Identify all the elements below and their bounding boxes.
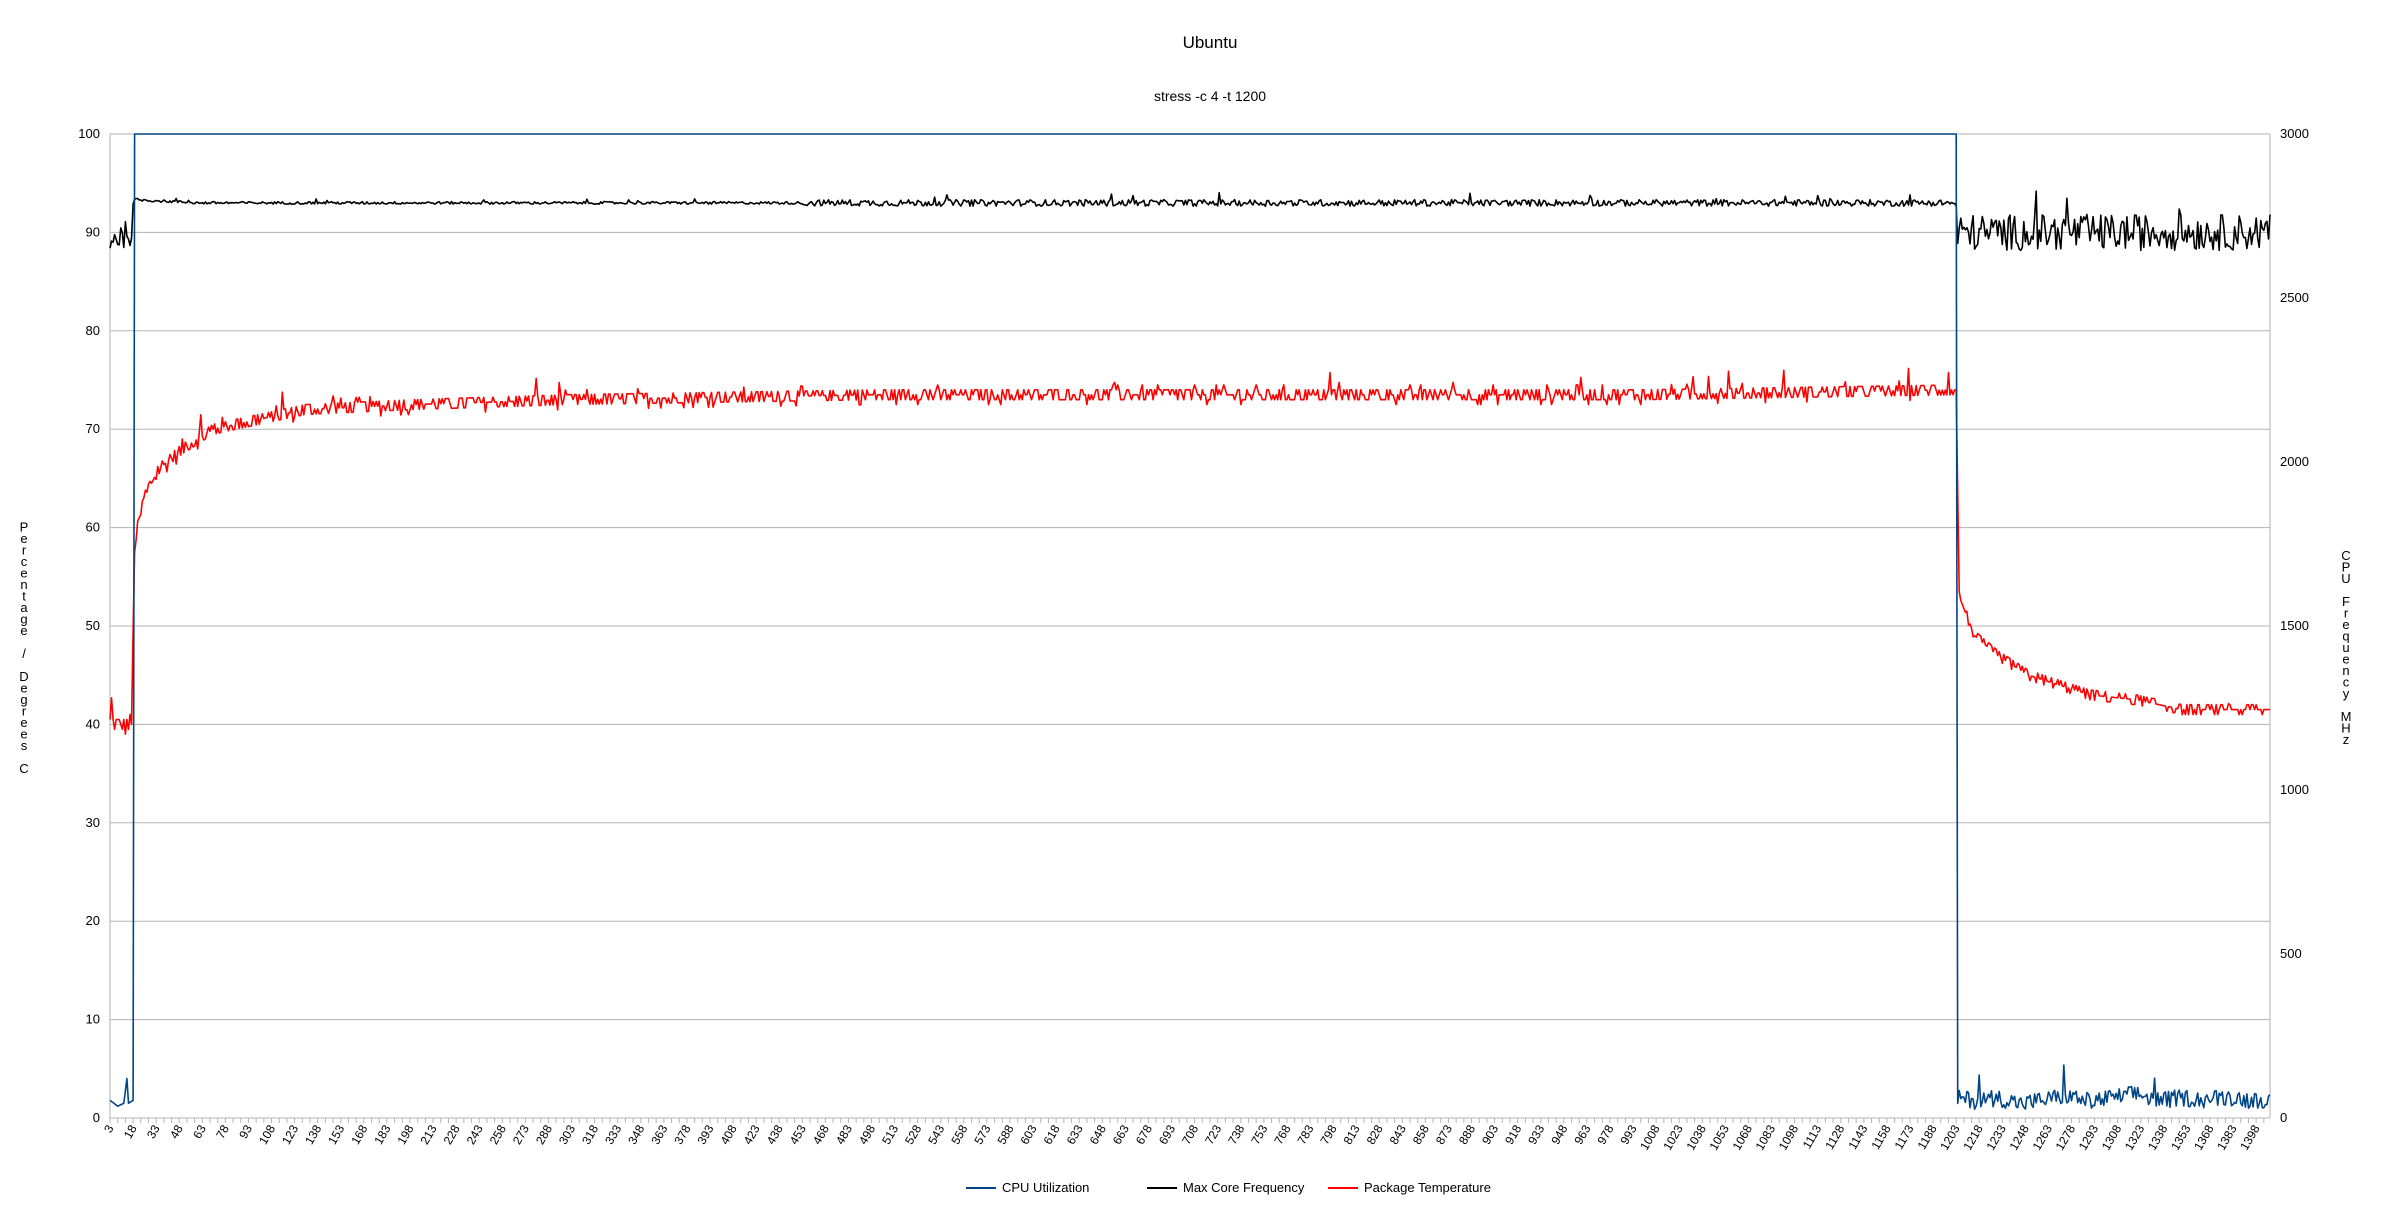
y-left-tick-label: 20: [86, 913, 100, 928]
chart-container: Ubuntu stress -c 4 -t 1200 0 10 20 30 40 50 60…: [0, 0, 2385, 1204]
y-right-tick-label: 2500: [2280, 290, 2309, 305]
y-left-label-char: C: [19, 761, 28, 776]
legend-label: Package Temperature: [1364, 1180, 1491, 1195]
y-left-tick-label: 90: [86, 224, 100, 239]
chart-title: Ubuntu: [1183, 33, 1238, 52]
y-right-tick-label: 1500: [2280, 618, 2309, 633]
y-right-tick-label: 500: [2280, 946, 2302, 961]
y-left-tick-label: 10: [86, 1012, 100, 1027]
y-right-tick-label: 3000: [2280, 126, 2309, 141]
y-left-tick-label: 80: [86, 323, 100, 338]
y-right-label-char: y: [2343, 686, 2350, 701]
legend-label: Max Core Frequency: [1183, 1180, 1305, 1195]
y-left-tick-label: 50: [86, 618, 100, 633]
y-left-tick-label: 60: [86, 520, 100, 535]
chart-svg: Ubuntu stress -c 4 -t 1200 0 10 20 30 40 50 60…: [0, 0, 2385, 1204]
y-left-tick-label: 70: [86, 421, 100, 436]
y-right-label-char: z: [2343, 732, 2350, 747]
y-left-tick-label: 100: [78, 126, 100, 141]
chart-background: [0, 0, 2385, 1204]
y-left-tick-label: 40: [86, 716, 100, 731]
y-left-label-char: e: [20, 623, 27, 638]
y-right-label-char: U: [2341, 571, 2350, 586]
y-right-tick-label: 0: [2280, 1110, 2287, 1125]
y-left-label-char: /: [22, 646, 26, 661]
y-left-tick-label: 30: [86, 815, 100, 830]
y-left-tick-label: 0: [93, 1110, 100, 1125]
legend-label: CPU Utilization: [1002, 1180, 1089, 1195]
chart-subtitle: stress -c 4 -t 1200: [1154, 88, 1266, 104]
y-left-label-char: s: [21, 738, 28, 753]
y-right-tick-label: 2000: [2280, 454, 2309, 469]
y-right-tick-label: 1000: [2280, 782, 2309, 797]
legend: CPU Utilization Max Core Frequency Package…: [966, 1180, 1491, 1195]
